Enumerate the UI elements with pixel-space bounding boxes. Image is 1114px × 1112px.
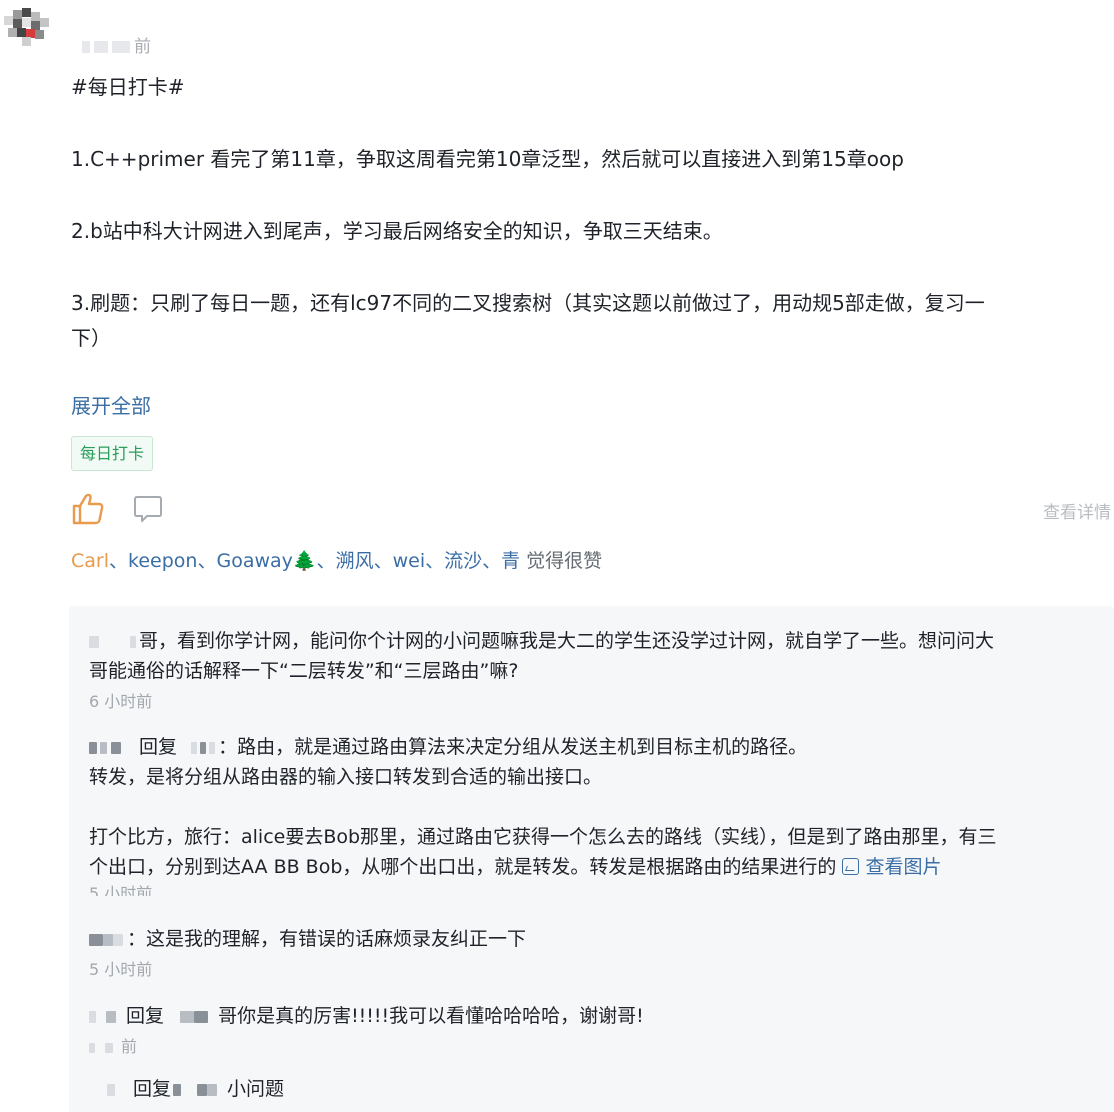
comment-section: 哥，看到你学计网，能问你个计网的小问题嘛我是大二的学生还没学过计网，就自学了一些… xyxy=(69,606,1114,1112)
comment-reply: 回复 ：路由，就是通过路由算法来决定分组从发送主机到目标主机的路径。 转发，是将… xyxy=(89,732,1100,896)
post-item-2: 2.b站中科大计网进入到尾声，学习最后网络安全的知识，争取三天结束。 xyxy=(71,219,723,243)
blurred-username[interactable] xyxy=(209,741,216,754)
avatar[interactable] xyxy=(4,4,49,48)
colon: ： xyxy=(218,736,238,758)
blurred-username[interactable] xyxy=(173,1083,182,1096)
time-suffix: 前 xyxy=(121,1037,138,1056)
liker-separator: 、 xyxy=(109,550,129,572)
colon: ： xyxy=(127,928,147,950)
blurred-username xyxy=(82,41,90,53)
comment-text-line: 哥，看到你学计网，能问你个计网的小问题嘛我是大二的学生还没学过计网，就自学了一些… xyxy=(139,630,995,652)
post-title: #每日打卡# xyxy=(71,75,185,99)
liker-separator: 、 xyxy=(316,550,336,572)
comment-text: 回复 小问题 xyxy=(89,1074,1100,1104)
liker-name[interactable]: Carl xyxy=(71,550,109,572)
thumbs-up-icon xyxy=(72,493,104,525)
comment-text-line: 打个比方，旅行：alice要去Bob那里，通过路由它获得一个怎么去的路线（实线）… xyxy=(89,826,997,848)
comment-time: 前 xyxy=(89,1035,1100,1059)
expand-all-link[interactable]: 展开全部 xyxy=(71,390,151,419)
blurred-username[interactable] xyxy=(106,1010,116,1023)
liker-separator: 、 xyxy=(482,550,502,572)
liker-separator: 、 xyxy=(197,550,217,572)
blurred-username[interactable] xyxy=(130,635,136,648)
comment-reply: 回复 小问题 xyxy=(89,1074,1100,1104)
comment-text: 哥，看到你学计网，能问你个计网的小问题嘛我是大二的学生还没学过计网，就自学了一些… xyxy=(89,626,1100,656)
action-bar: 查看详情 xyxy=(71,492,1111,528)
reply-label: 回复 xyxy=(139,736,178,758)
post-content: #每日打卡# 1.C++primer 看完了第11章，争取这周看完第10章泛型，… xyxy=(71,70,1111,356)
comment-text-line: 小问题 xyxy=(227,1078,285,1100)
time-suffix: 前 xyxy=(134,37,151,57)
comment-text-line: 哥能通俗的话解释一下“二层转发”和“三层路由”嘛? xyxy=(89,660,519,682)
reply-label: 回复 xyxy=(133,1078,172,1100)
comment-item: 哥，看到你学计网，能问你个计网的小问题嘛我是大二的学生还没学过计网，就自学了一些… xyxy=(89,626,1100,714)
liker-suffix: 觉得很赞 xyxy=(526,550,603,572)
comment-text-line: 个出口，分别到达AA BB Bob，从哪个出口出，就是转发。转发是根据路由的结果… xyxy=(89,852,1100,882)
blurred-username[interactable] xyxy=(180,1010,195,1023)
blurred-username[interactable] xyxy=(191,741,198,754)
blurred-username[interactable] xyxy=(111,741,121,754)
view-image-label: 查看图片 xyxy=(865,856,942,878)
comment-text-line-part: 个出口，分别到达AA BB Bob，从哪个出口出，就是转发。转发是根据路由的结果… xyxy=(89,856,837,878)
liker-name[interactable]: Goaway🌲 xyxy=(216,550,316,572)
comment-time: 5 小时前 xyxy=(89,960,153,979)
liker-name[interactable]: keepon xyxy=(128,550,197,572)
topic-tag[interactable]: 每日打卡 xyxy=(71,436,154,471)
blurred-username[interactable] xyxy=(113,933,123,946)
comment-text-line: 这是我的理解，有错误的话麻烦录友纠正一下 xyxy=(146,928,527,950)
liker-list: Carl、keepon、Goaway🌲、溯风、wei、流沙、青 觉得很赞 xyxy=(71,546,602,576)
like-button[interactable] xyxy=(71,492,105,526)
comment-time: 6 小时前 xyxy=(89,692,153,711)
comment-text: 回复 哥你是真的厉害!!!!!我可以看懂哈哈哈哈，谢谢哥! xyxy=(89,1001,1100,1031)
comment-text-line: 转发，是将分组从路由器的输入接口转发到合适的输出接口。 xyxy=(89,766,603,788)
blurred-time xyxy=(105,1042,113,1053)
liker-name[interactable]: 溯风 xyxy=(336,550,374,572)
comment-time: 5 小时前 xyxy=(89,884,153,896)
liker-separator: 、 xyxy=(425,550,445,572)
comment-item: ：这是我的理解，有错误的话麻烦录友纠正一下 5 小时前 xyxy=(89,924,1100,982)
comment-text: 回复 ：路由，就是通过路由算法来决定分组从发送主机到目标主机的路径。 xyxy=(89,732,1100,762)
post-item-1: 1.C++primer 看完了第11章，争取这周看完第10章泛型，然后就可以直接… xyxy=(71,147,904,171)
blurred-username[interactable] xyxy=(200,741,207,754)
liker-name[interactable]: 流沙 xyxy=(444,550,482,572)
comment-text: ：这是我的理解，有错误的话麻烦录友纠正一下 xyxy=(89,924,1100,954)
blurred-username[interactable] xyxy=(100,741,107,754)
comment-bubble-icon xyxy=(134,496,162,522)
post-time: 前 xyxy=(82,32,151,57)
post-item-3-line-1: 3.刷题：只刷了每日一题，还有lc97不同的二叉搜索树（其实这题以前做过了，用动… xyxy=(71,291,985,315)
blurred-username[interactable] xyxy=(103,933,113,946)
blurred-username[interactable] xyxy=(89,933,103,946)
comment-text-line: 路由，就是通过路由算法来决定分组从发送主机到目标主机的路径。 xyxy=(237,736,808,758)
comment-button[interactable] xyxy=(133,494,163,524)
image-icon xyxy=(842,858,860,875)
liker-separator: 、 xyxy=(373,550,393,572)
view-details-link[interactable]: 查看详情 xyxy=(1043,498,1111,523)
reply-label: 回复 xyxy=(126,1005,165,1027)
blurred-time xyxy=(89,1042,95,1053)
comment-text-line: 哥你是真的厉害!!!!!我可以看懂哈哈哈哈，谢谢哥! xyxy=(218,1005,644,1027)
blurred-username-2 xyxy=(94,41,108,53)
liker-name[interactable]: 青 xyxy=(501,550,520,572)
blurred-username[interactable] xyxy=(197,1083,208,1096)
post-item-3-line-2: 下） xyxy=(71,326,111,350)
blurred-username[interactable] xyxy=(89,1010,96,1023)
blurred-username[interactable] xyxy=(207,1083,218,1096)
view-image-link[interactable]: 查看图片 xyxy=(842,856,941,878)
blurred-username[interactable] xyxy=(194,1010,209,1023)
blurred-username[interactable] xyxy=(89,635,99,648)
blurred-username[interactable] xyxy=(89,741,97,754)
blurred-username-3 xyxy=(112,41,130,53)
comment-reply: 回复 哥你是真的厉害!!!!!我可以看懂哈哈哈哈，谢谢哥! 前 xyxy=(89,1001,1100,1059)
blurred-username[interactable] xyxy=(107,1083,115,1096)
liker-name[interactable]: wei xyxy=(393,550,426,572)
